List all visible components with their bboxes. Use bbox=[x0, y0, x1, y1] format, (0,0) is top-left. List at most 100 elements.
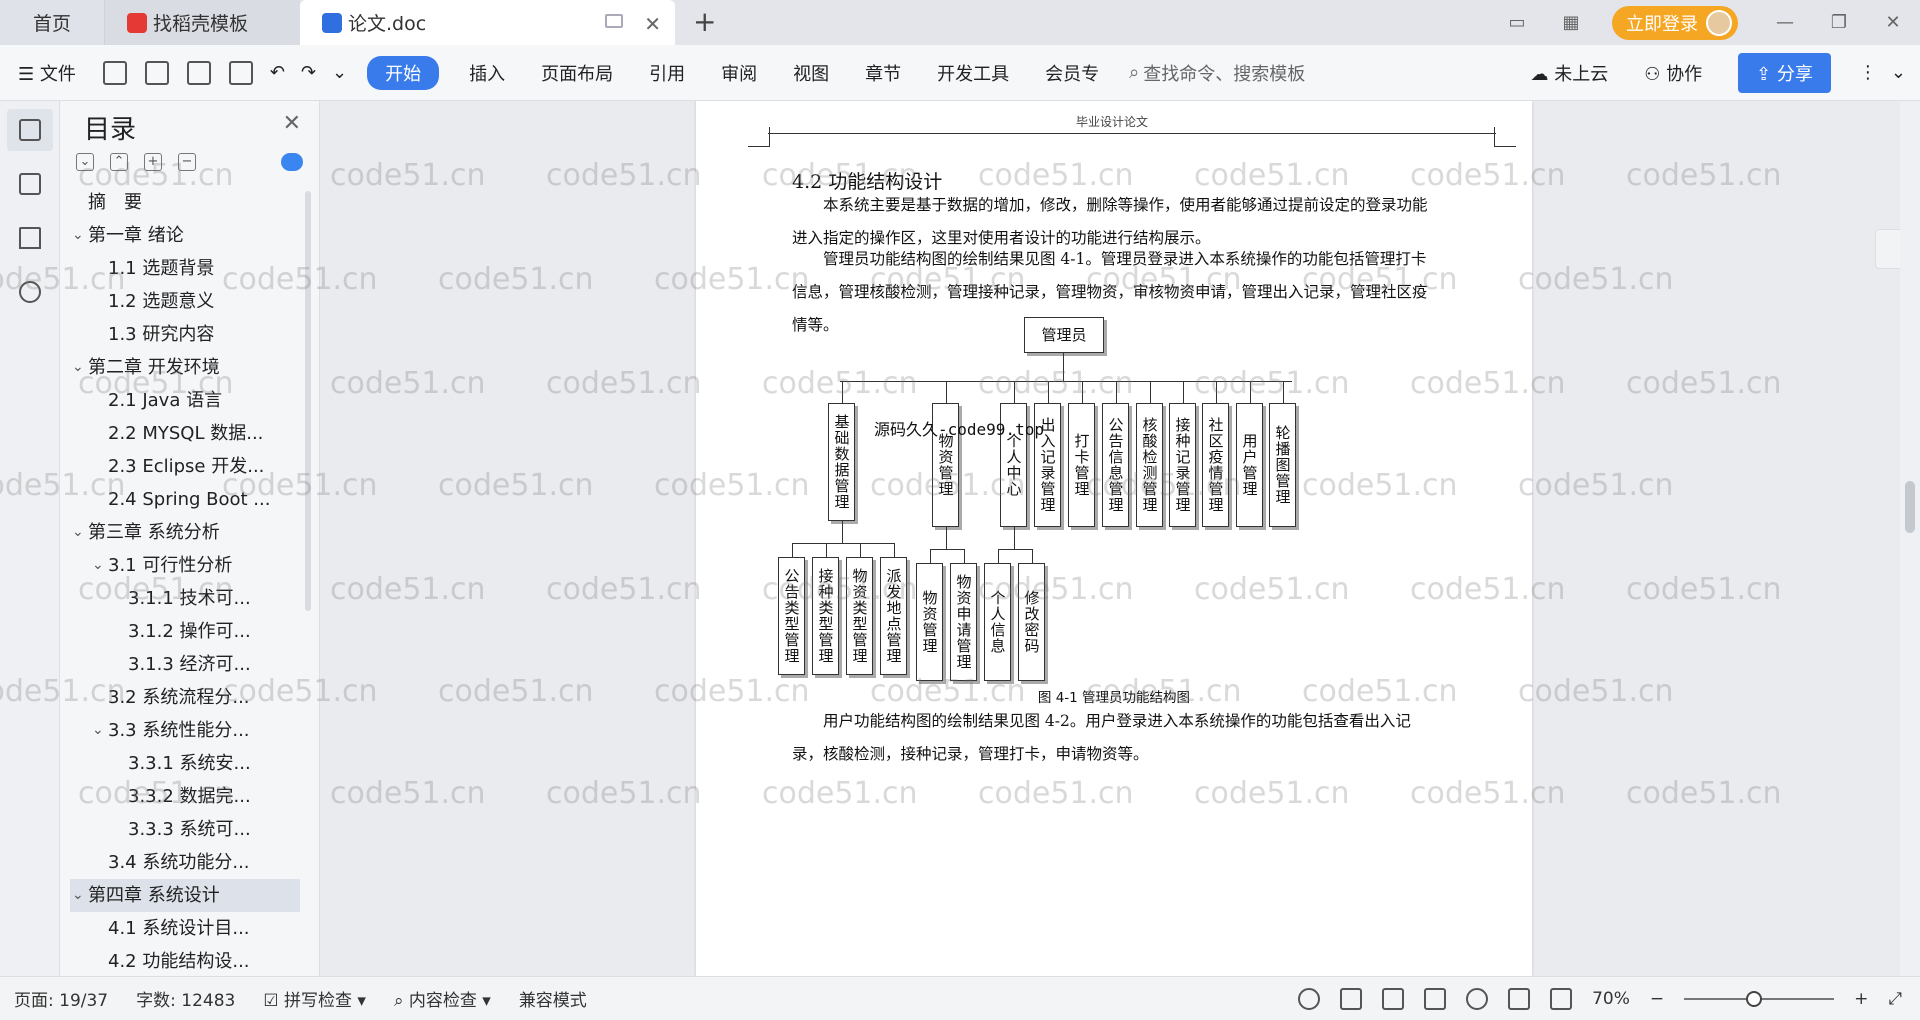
toc-item[interactable]: 1.3 研究内容 bbox=[70, 318, 300, 351]
spell-check-button[interactable]: ☑ 拼写检查 ▾ bbox=[263, 986, 366, 1011]
share-button[interactable]: ⇪ 分享 bbox=[1738, 52, 1831, 93]
document-page[interactable]: 毕业设计论文 4.2 功能结构设计 本系统主要是基于数据的增加，修改，删除等操作… bbox=[696, 101, 1532, 976]
collab-button[interactable]: ⚇ 协作 bbox=[1626, 60, 1720, 86]
layout-icon[interactable]: ▭ bbox=[1490, 12, 1544, 33]
command-search[interactable]: ⌕ 查找命令、搜索模板 bbox=[1129, 60, 1305, 86]
toc-item[interactable]: 1.1 选题背景 bbox=[70, 252, 300, 285]
tab-member[interactable]: 会员专 bbox=[1027, 60, 1117, 86]
bookmark-icon[interactable] bbox=[7, 217, 53, 259]
content-check-button[interactable]: ⌕ 内容检查 ▾ bbox=[394, 986, 491, 1011]
tab-document[interactable]: 论文.doc ✕ bbox=[300, 0, 675, 45]
tab-insert[interactable]: 插入 bbox=[451, 60, 523, 86]
find-icon[interactable] bbox=[7, 271, 53, 313]
toc-item[interactable]: 4.1 系统设计目... bbox=[70, 912, 300, 945]
restore-icon[interactable]: ❐ bbox=[1812, 12, 1866, 33]
eye-protect-icon[interactable] bbox=[1298, 988, 1321, 1010]
tab-devtools[interactable]: 开发工具 bbox=[919, 60, 1027, 86]
cloud-status[interactable]: ☁ 未上云 bbox=[1512, 60, 1626, 86]
collapse-all-icon[interactable]: ⌃ bbox=[110, 153, 128, 171]
toc-item[interactable]: ⌄ 第四章 系统设计 bbox=[70, 879, 300, 912]
page-view-icon[interactable] bbox=[1340, 988, 1363, 1010]
fit-page-icon[interactable] bbox=[1550, 988, 1573, 1010]
toc-item[interactable]: 3.1.2 操作可... bbox=[70, 615, 300, 648]
apps-grid-icon[interactable]: ▦ bbox=[1544, 12, 1598, 33]
collapse-ribbon-icon[interactable]: ⌄ bbox=[1887, 62, 1920, 83]
toc-item[interactable]: 3.3.1 系统安... bbox=[70, 747, 300, 780]
toc-item[interactable]: 1.2 选题意义 bbox=[70, 285, 300, 318]
new-tab-button[interactable]: + bbox=[693, 0, 716, 45]
toc-item-label: 2.3 Eclipse 开发... bbox=[108, 456, 265, 477]
tab-chapter[interactable]: 章节 bbox=[847, 60, 919, 86]
ai-assist-icon[interactable] bbox=[281, 153, 303, 171]
zoom-slider[interactable] bbox=[1684, 991, 1835, 1007]
toc-item[interactable]: ⌄ 第二章 开发环境 bbox=[70, 351, 300, 384]
toc-item[interactable]: ⌄ 第三章 系统分析 bbox=[70, 516, 300, 549]
tab-layout[interactable]: 页面布局 bbox=[523, 60, 631, 86]
toc-item[interactable]: 3.1.3 经济可... bbox=[70, 648, 300, 681]
save-icon[interactable] bbox=[102, 60, 127, 85]
toc-item[interactable]: 3.3.2 数据完... bbox=[70, 780, 300, 813]
toc-item[interactable]: 2.3 Eclipse 开发... bbox=[70, 450, 300, 483]
expand-all-icon[interactable]: ⌄ bbox=[76, 153, 94, 171]
toc-item[interactable]: 3.1.1 技术可... bbox=[70, 582, 300, 615]
filter-panel-icon[interactable] bbox=[1875, 229, 1900, 269]
tab-daoke[interactable]: 找稻壳模板 bbox=[105, 0, 300, 45]
toc-item-label: 第三章 系统分析 bbox=[88, 522, 220, 543]
outline-view-icon[interactable] bbox=[1382, 988, 1405, 1010]
zoom-in-icon[interactable]: + bbox=[1854, 989, 1868, 1009]
tab-references[interactable]: 引用 bbox=[631, 60, 703, 86]
close-icon[interactable]: ✕ bbox=[283, 111, 301, 136]
toc-item-label: 4.1 系统设计目... bbox=[108, 918, 250, 939]
zoom-slider-knob[interactable] bbox=[1746, 991, 1763, 1007]
scroll-thumb[interactable] bbox=[1905, 481, 1915, 533]
toc-item[interactable]: ⌄ 3.1 可行性分析 bbox=[70, 549, 300, 582]
minimize-icon[interactable]: — bbox=[1758, 12, 1812, 33]
read-mode-icon[interactable] bbox=[1424, 988, 1447, 1010]
close-tab-icon[interactable]: ✕ bbox=[644, 12, 661, 36]
add-heading-icon[interactable]: + bbox=[144, 153, 162, 171]
redo-icon[interactable]: ↷ bbox=[293, 62, 324, 83]
outline-nav-icon[interactable] bbox=[7, 163, 53, 205]
toc-item[interactable]: 3.4 系统功能分... bbox=[70, 846, 300, 879]
more-chevron-icon[interactable]: ⌄ bbox=[324, 62, 355, 83]
word-count[interactable]: 字数: 12483 bbox=[136, 986, 235, 1011]
write-mode-icon[interactable] bbox=[1508, 988, 1531, 1010]
preview-icon[interactable] bbox=[228, 60, 253, 85]
page-indicator[interactable]: 页面: 19/37 bbox=[14, 986, 108, 1011]
toc-item[interactable]: 2.2 MYSQL 数据... bbox=[70, 417, 300, 450]
login-button[interactable]: 立即登录 bbox=[1612, 5, 1738, 40]
toc-item[interactable]: 3.3.3 系统可... bbox=[70, 813, 300, 846]
toc-nav-icon[interactable] bbox=[6, 109, 53, 151]
toc-item[interactable]: ⌄ 第一章 绪论 bbox=[70, 219, 300, 252]
close-window-icon[interactable]: ✕ bbox=[1866, 12, 1920, 33]
toc-expand-chevron-icon[interactable]: ⌄ bbox=[72, 219, 84, 252]
web-view-icon[interactable] bbox=[1466, 988, 1489, 1010]
remove-heading-icon[interactable]: − bbox=[178, 153, 196, 171]
toc-item[interactable]: 摘 要 bbox=[70, 186, 300, 219]
toc-item[interactable]: 2.4 Spring Boot ... bbox=[70, 483, 300, 516]
toc-expand-chevron-icon[interactable]: ⌄ bbox=[72, 879, 84, 912]
export-icon[interactable] bbox=[144, 60, 169, 85]
fullscreen-icon[interactable]: ⤢ bbox=[1888, 989, 1902, 1009]
tab-start[interactable]: 开始 bbox=[367, 55, 440, 90]
toc-expand-chevron-icon[interactable]: ⌄ bbox=[92, 714, 104, 747]
tab-home[interactable]: 首页 bbox=[0, 0, 105, 45]
toc-expand-chevron-icon[interactable]: ⌄ bbox=[72, 516, 84, 549]
tab-review[interactable]: 审阅 bbox=[703, 60, 775, 86]
vertical-scrollbar[interactable] bbox=[1900, 101, 1920, 976]
zoom-out-icon[interactable]: − bbox=[1650, 989, 1664, 1009]
monitor-icon[interactable] bbox=[605, 14, 623, 28]
toc-item[interactable]: 2.1 Java 语言 bbox=[70, 384, 300, 417]
undo-icon[interactable]: ↶ bbox=[262, 62, 293, 83]
toc-expand-chevron-icon[interactable]: ⌄ bbox=[92, 549, 104, 582]
toc-scrollbar[interactable] bbox=[305, 191, 311, 611]
toc-expand-chevron-icon[interactable]: ⌄ bbox=[72, 351, 84, 384]
tab-view[interactable]: 视图 bbox=[775, 60, 847, 86]
toc-item[interactable]: 3.2 系统流程分... bbox=[70, 681, 300, 714]
toc-item[interactable]: 4.2 功能结构设... bbox=[70, 945, 300, 971]
menu-file[interactable]: ☰ 文件 bbox=[0, 60, 94, 86]
toc-item[interactable]: ⌄ 3.3 系统性能分... bbox=[70, 714, 300, 747]
print-icon[interactable] bbox=[186, 60, 211, 85]
more-options-icon[interactable]: ⋮ bbox=[1849, 62, 1887, 83]
zoom-level[interactable]: 70% bbox=[1592, 989, 1630, 1009]
